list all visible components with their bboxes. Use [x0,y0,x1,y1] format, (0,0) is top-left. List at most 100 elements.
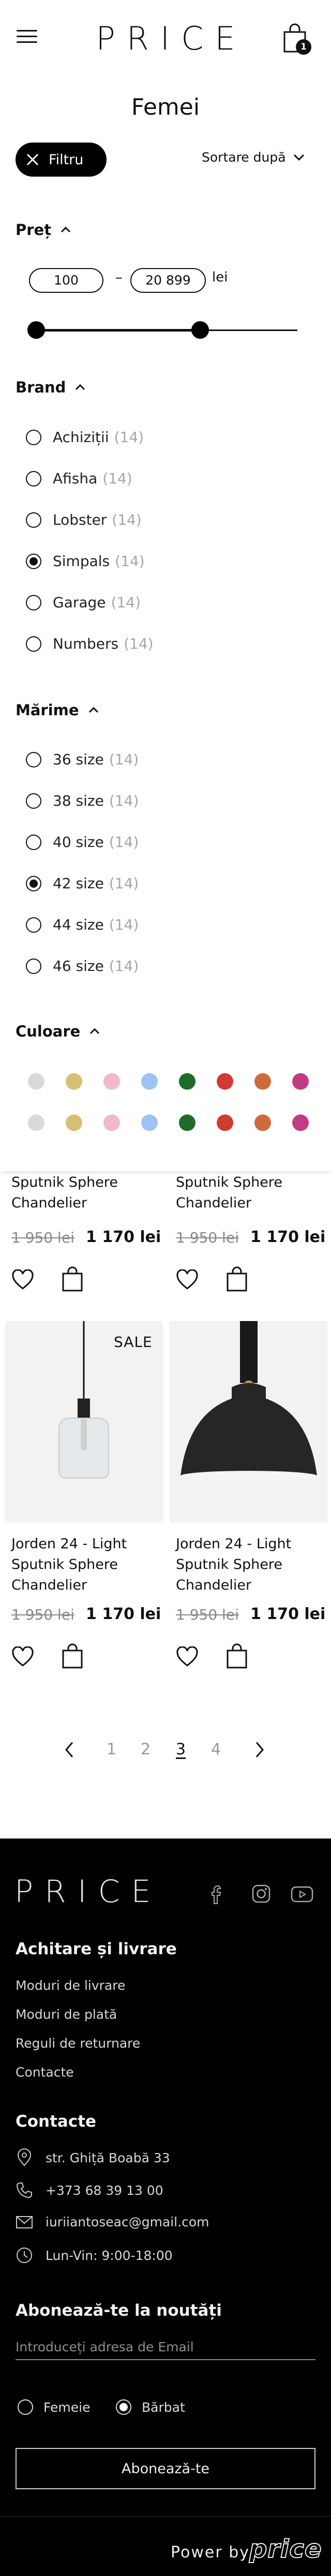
color-swatch[interactable] [28,1073,44,1090]
page-link[interactable]: 4 [211,1740,221,1758]
brand-option[interactable]: Numbers (14) [26,635,154,652]
heart-icon[interactable] [176,1646,199,1667]
price-slider-range [36,329,202,332]
radio-button[interactable] [26,594,41,610]
shipping-section-title: Achitare și livrare [16,1940,177,1958]
heart-icon[interactable] [176,1269,199,1290]
brand-option[interactable]: Garage (14) [26,594,141,611]
product-title[interactable]: Jorden 24 - Light Sputnik Sphere Chandel… [176,1534,331,1596]
instagram-icon[interactable] [251,1884,271,1904]
page-link[interactable]: 1 [107,1740,116,1758]
color-swatch[interactable] [28,1114,44,1131]
filter-panel-overlay [0,1110,331,1171]
brand-option[interactable]: Simpals (14) [26,553,145,570]
price-min-input[interactable]: 100 [29,268,103,293]
radio-button[interactable] [26,751,41,767]
chevron-right-icon[interactable] [253,1740,266,1759]
option-label: Garage [53,594,106,611]
sort-dropdown[interactable]: Sortare după [202,150,305,165]
radio-button[interactable] [26,553,41,569]
price-slider-max-handle[interactable] [191,321,209,339]
radio-button[interactable] [26,793,41,809]
powered-by-text: Power by [171,2543,250,2562]
color-swatch[interactable] [217,1073,233,1090]
product-price: 1 170 lei [250,1228,326,1246]
brand-filter-header[interactable]: Brand [16,379,85,396]
footer-logo[interactable]: PRICE [14,1874,162,1910]
subscribe-button[interactable]: Abonează-te [16,2448,315,2489]
size-option[interactable]: 42 size (14) [26,875,139,892]
site-logo[interactable]: PRICE [0,20,331,57]
color-swatch[interactable] [254,1114,271,1131]
filter-button[interactable]: Filtru [16,143,107,177]
shopping-bag-icon[interactable] [225,1266,248,1292]
chevron-left-icon[interactable] [63,1740,76,1759]
product-image[interactable] [5,1321,163,1522]
footer-link[interactable]: Moduri de plată [16,2007,117,2022]
color-filter-header[interactable]: Culoare [16,1023,100,1040]
radio-button[interactable] [26,917,41,933]
size-option[interactable]: 38 size (14) [26,792,139,809]
size-filter-header[interactable]: Mărime [16,701,99,719]
youtube-icon[interactable] [291,1886,313,1903]
heart-icon[interactable] [11,1269,34,1290]
shopping-bag-icon[interactable] [61,1643,84,1669]
contact-phone[interactable]: +373 68 39 13 00 [16,2181,163,2199]
color-swatch[interactable] [103,1073,120,1090]
gender-female-radio[interactable]: Femeie [18,2399,90,2415]
option-count: (14) [111,594,141,611]
option-count: (14) [109,916,139,933]
radio-button[interactable] [26,470,41,486]
radio-button[interactable] [26,958,41,974]
contact-email[interactable]: iuriiantoseac@gmail.com [16,2214,209,2229]
footer-link[interactable]: Contacte [16,2065,74,2080]
page-link-active[interactable]: 3 [176,1740,186,1758]
price-max-input[interactable]: 20 899 [130,268,206,293]
product-image[interactable] [170,1321,327,1522]
option-label: 46 size [53,957,104,975]
size-option[interactable]: 40 size (14) [26,834,139,851]
radio-button[interactable] [26,512,41,528]
shopping-bag-icon[interactable] [61,1266,84,1292]
color-swatch[interactable] [141,1073,158,1090]
radio-button[interactable] [26,834,41,850]
color-swatch[interactable] [292,1114,309,1131]
mail-icon [16,2216,33,2228]
gender-male-radio[interactable]: Bărbat [116,2399,185,2415]
product-title[interactable]: Jorden 24 - Light Sputnik Sphere Chandel… [11,1534,167,1596]
heart-icon[interactable] [11,1646,34,1667]
radio-button[interactable] [116,2399,131,2415]
color-swatch[interactable] [66,1114,82,1131]
brand-option[interactable]: Achiziții (14) [26,429,144,446]
footer-link[interactable]: Moduri de livrare [16,1978,125,1993]
product-old-price: 1 950 lei [176,1229,239,1246]
shopping-bag-icon[interactable] [225,1643,248,1669]
option-count: (14) [102,470,132,487]
color-swatch[interactable] [292,1073,309,1090]
size-option[interactable]: 36 size (14) [26,751,139,768]
color-swatch[interactable] [179,1114,195,1131]
footer-link[interactable]: Reguli de returnare [16,2036,140,2051]
option-label: Lobster [53,511,107,528]
size-option[interactable]: 44 size (14) [26,916,139,933]
color-swatch[interactable] [217,1114,233,1131]
newsletter-email-input[interactable] [16,2334,315,2360]
facebook-icon[interactable] [211,1884,223,1905]
color-swatch[interactable] [179,1073,195,1090]
powered-by-logo[interactable]: price [249,2534,322,2564]
color-swatch[interactable] [66,1073,82,1090]
filter-button-label: Filtru [49,151,84,168]
color-swatch[interactable] [254,1073,271,1090]
radio-button[interactable] [26,636,41,652]
page-link[interactable]: 2 [141,1740,151,1758]
color-swatch[interactable] [103,1114,120,1131]
price-filter-header[interactable]: Preț [16,221,71,239]
radio-button[interactable] [18,2399,33,2415]
radio-button[interactable] [26,429,41,445]
brand-option[interactable]: Lobster (14) [26,511,142,528]
size-option[interactable]: 46 size (14) [26,957,139,975]
radio-button[interactable] [26,875,41,891]
color-swatch[interactable] [141,1114,158,1131]
brand-option[interactable]: Afisha (14) [26,470,132,487]
price-slider-min-handle[interactable] [27,321,45,339]
